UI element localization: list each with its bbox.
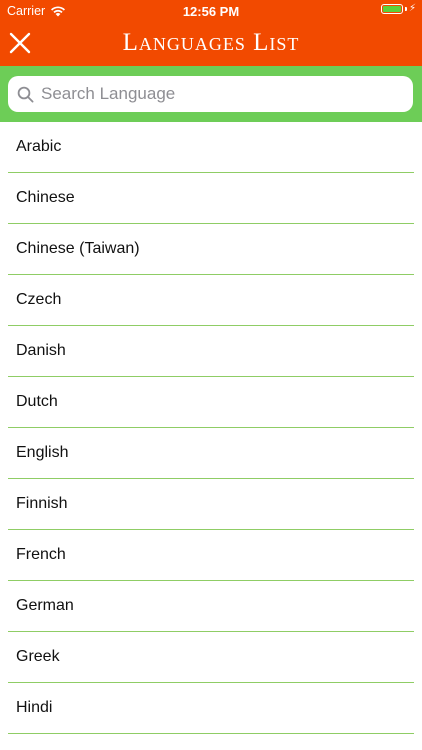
- language-label: German: [16, 597, 74, 614]
- language-label: Danish: [16, 342, 66, 359]
- language-label: English: [16, 444, 69, 461]
- language-item[interactable]: Finnish: [8, 479, 414, 530]
- search-bar-container: [0, 66, 422, 122]
- close-button[interactable]: [8, 31, 32, 55]
- language-item[interactable]: English: [8, 428, 414, 479]
- search-input[interactable]: [41, 79, 413, 109]
- status-time: 12:56 PM: [182, 4, 240, 19]
- language-item[interactable]: Czech: [8, 275, 414, 326]
- header-bar: Carrier 12:56 PM ⚡ Languages List: [0, 0, 422, 66]
- language-item[interactable]: Greek: [8, 632, 414, 683]
- search-icon: [17, 86, 34, 102]
- close-icon: [9, 32, 31, 54]
- language-item[interactable]: Hindi: [8, 683, 414, 734]
- language-item[interactable]: Danish: [8, 326, 414, 377]
- language-item[interactable]: French: [8, 530, 414, 581]
- battery-indicator: ⚡: [380, 3, 416, 14]
- page-title: Languages List: [122, 29, 300, 56]
- charging-bolt-icon: ⚡: [408, 3, 416, 14]
- language-label: Hindi: [16, 699, 53, 716]
- navigation-bar: Languages List: [0, 21, 422, 66]
- status-bar: Carrier 12:56 PM ⚡: [0, 0, 422, 21]
- language-label: Finnish: [16, 495, 68, 512]
- battery-icon: [380, 4, 403, 14]
- language-label: Greek: [16, 648, 60, 665]
- language-item[interactable]: Arabic: [8, 122, 414, 173]
- language-label: Czech: [16, 291, 62, 308]
- language-label: French: [16, 546, 66, 563]
- search-field[interactable]: [8, 76, 413, 112]
- language-label: Chinese: [16, 189, 75, 206]
- language-label: Chinese (Taiwan): [16, 240, 140, 257]
- language-item[interactable]: Chinese (Taiwan): [8, 224, 414, 275]
- language-item[interactable]: Dutch: [8, 377, 414, 428]
- language-item[interactable]: German: [8, 581, 414, 632]
- language-list: Arabic Chinese Chinese (Taiwan) Czech Danish…: [0, 122, 422, 734]
- language-label: Dutch: [16, 393, 58, 410]
- language-item[interactable]: Chinese: [8, 173, 414, 224]
- battery-nub: [404, 7, 407, 11]
- language-label: Arabic: [16, 138, 62, 155]
